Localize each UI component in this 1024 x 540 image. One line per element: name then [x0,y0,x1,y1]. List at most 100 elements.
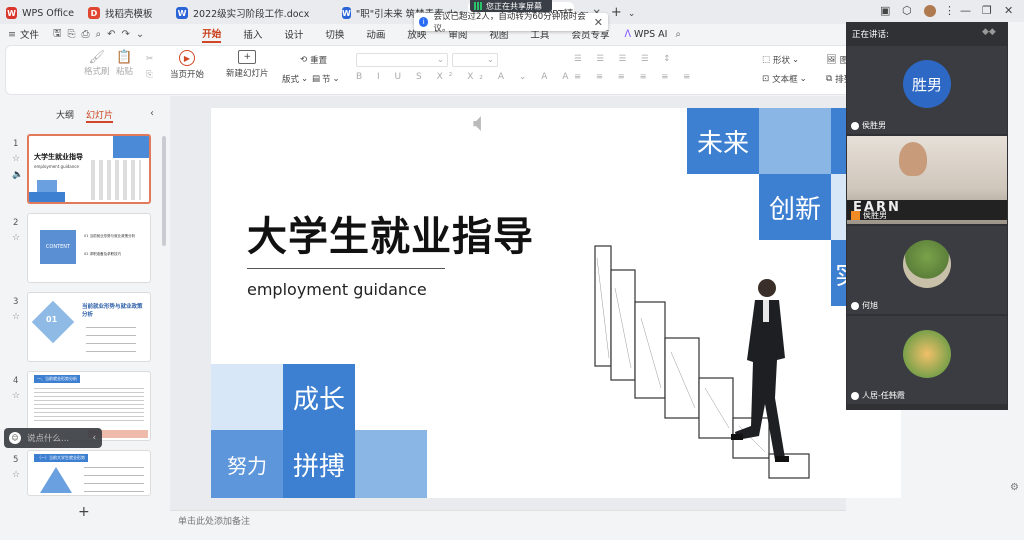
tab-slides[interactable]: 幻灯片 [86,108,114,123]
participant-video-tile[interactable]: EARN 侯胜男 [847,136,1007,224]
export-icon[interactable]: ⎘ [68,29,76,40]
thumb-block [29,192,65,202]
notes-pane[interactable]: 单击此处添加备注 [170,510,846,530]
menu-animation[interactable]: 动画 [366,27,385,41]
speaking-label: 正在讲话: [852,30,889,40]
thumb-title: （一）当前大学生就业形势 [34,454,88,462]
redo-icon[interactable]: ↷ [122,29,130,40]
menu-wps-ai[interactable]: WPS AI [634,29,667,40]
tab-outline[interactable]: 大纲 [56,108,74,123]
section-button[interactable]: ▤ 节 ⌄ [312,73,340,85]
font-format-row: B I U S X² X₂ A ⌄ A A [356,72,575,82]
menu-design[interactable]: 设计 [284,27,303,41]
wps-ai-icon: ᐱ [624,28,631,40]
thumb-bullets [86,327,136,353]
block-future: 未来 [687,108,759,174]
menu-file[interactable]: 文件 [20,27,39,41]
mic-icon [851,121,859,130]
menu-transition[interactable]: 切换 [325,27,344,41]
settings-icon[interactable]: ⚙ [1010,482,1019,493]
thumb-stairs [91,160,141,200]
hamburger-icon[interactable]: ≡ [8,29,16,40]
panel-scrollbar[interactable] [162,136,166,246]
tab-dropdown-icon[interactable]: ⌄ [628,9,636,19]
participant-tile[interactable]: 人居-任韩霞 [847,316,1007,404]
minimize-icon[interactable]: — [960,4,971,17]
participant-tile[interactable]: 胜男 侯胜男 [847,46,1007,134]
paragraph-row-1: ☰ ☰ ☰ ☰ ↕ [574,54,677,64]
cut-icon[interactable]: ✂ [146,54,153,64]
new-tab-icon[interactable]: + [611,5,622,20]
thumb-line: 01 当前就业形势与就业政策分析 [84,234,136,238]
meeting-controls-icon[interactable]: ◆◆ [982,27,996,37]
word-doc-icon: W [342,7,351,19]
star-icon[interactable]: ☆ [12,312,20,322]
meeting-notice-toast: i 会议已超过2人，自动转为60分钟限时会议。 ✕ [414,12,608,34]
clipboard-icon: 📋 [116,50,133,65]
slide-subtitle[interactable]: employment guidance [247,280,427,299]
undo-icon[interactable]: ↶ [107,29,115,40]
slide-thumbnail-5[interactable]: （一）当前大学生就业形势 [27,450,151,496]
avatar[interactable] [924,5,936,17]
wps-logo-icon: W [6,7,18,19]
play-from-current-button[interactable]: ▶ 当页开始 [170,50,204,80]
mic-icon [851,391,859,400]
collapse-chat-icon[interactable]: ‹ [93,433,96,443]
shape-button[interactable]: ⬚ 形状 ⌄ [762,54,799,66]
window-layout-icon[interactable]: ▣ [880,4,890,17]
search-icon[interactable]: ⌕ [675,29,680,40]
speaker-icon[interactable]: 🔈︎ [473,108,489,139]
save-icon[interactable]: 🖫 [53,26,62,43]
font-name-select[interactable]: ⌄ [356,53,448,67]
paragraph-row-2: ≡ ≡ ≡ ≡ ≡ ≡ [574,72,697,82]
stairs-illustration [594,245,810,479]
font-size-select[interactable]: ⌄ [452,53,498,67]
star-icon[interactable]: ☆ [12,470,20,480]
slide-canvas[interactable]: 🔈︎ 未来 创新 实 大学生就业指导 employment guidance 成… [211,108,901,498]
block-effort: 努力 [211,430,283,498]
slide-title[interactable]: 大学生就业指导 [247,204,534,262]
copy-icon[interactable]: ⎘ [146,70,153,80]
participant-name: 人居-任韩霞 [851,390,905,401]
panel-tabs: 大纲 幻灯片 [56,108,114,123]
section-icon: ▤ [312,74,321,84]
tab-docer[interactable]: D 找稻壳模板 [82,2,168,24]
collapse-panel-icon[interactable]: ‹ [150,108,154,119]
preview-icon[interactable]: ⌕ [96,29,102,40]
restore-icon[interactable]: ❐ [982,4,992,17]
reset-button[interactable]: ⟲ 重置 [300,54,327,66]
block-deco [211,364,283,430]
thumb-text [84,467,144,493]
paste-button[interactable]: 📋 粘贴 [116,50,133,77]
slide-thumbnail-3[interactable]: 01 当前就业形势与就业政策分析 [27,292,151,362]
slide-number: 4 [13,376,19,386]
thumb-block [113,136,149,158]
block-deco [759,108,831,174]
star-icon[interactable]: ☆ [12,154,20,164]
print-icon[interactable]: ⎙ [82,29,90,40]
add-slide-button[interactable]: + [78,504,90,520]
layout-button[interactable]: 版式 ⌄ [282,73,308,85]
star-icon[interactable]: ☆ [12,391,20,401]
new-slide-button[interactable]: + 新建幻灯片 [226,50,269,79]
slide-thumbnail-2[interactable]: CONTENT 01 当前就业形势与就业政策分析 02 求职准备及求职技巧 [27,213,151,283]
new-slide-icon: + [238,50,257,64]
participant-tile[interactable]: 何旭 [847,226,1007,314]
cube-icon[interactable]: ⬡ [902,4,912,17]
tab-doc-internship[interactable]: W 2022级实习阶段工作.docx [170,2,334,24]
slide-number: 2 [13,218,19,228]
thumb-title: 一、当前就业形势分析 [34,375,80,383]
textbox-button[interactable]: ⊡ 文本框 ⌄ [762,73,807,85]
format-painter-button[interactable]: 🖌 格式刷 [84,50,110,77]
close-notice-icon[interactable]: ✕ [594,16,603,29]
close-window-icon[interactable]: ✕ [1004,4,1013,17]
chat-input-float[interactable]: ☺ 说点什么... ‹ [4,428,102,448]
star-icon[interactable]: ☆ [12,233,20,243]
menu-home[interactable]: 开始 [202,26,222,43]
slide-thumbnail-1[interactable]: 大学生就业指导 employment guidance [27,134,151,204]
tab-wps-office[interactable]: W WPS Office [0,2,80,24]
right-sidebar: ⚙ [1008,22,1024,532]
menu-insert[interactable]: 插入 [243,27,262,41]
quick-dropdown-icon[interactable]: ⌄ [136,29,144,40]
more-icon[interactable]: ⋮ [944,4,955,17]
